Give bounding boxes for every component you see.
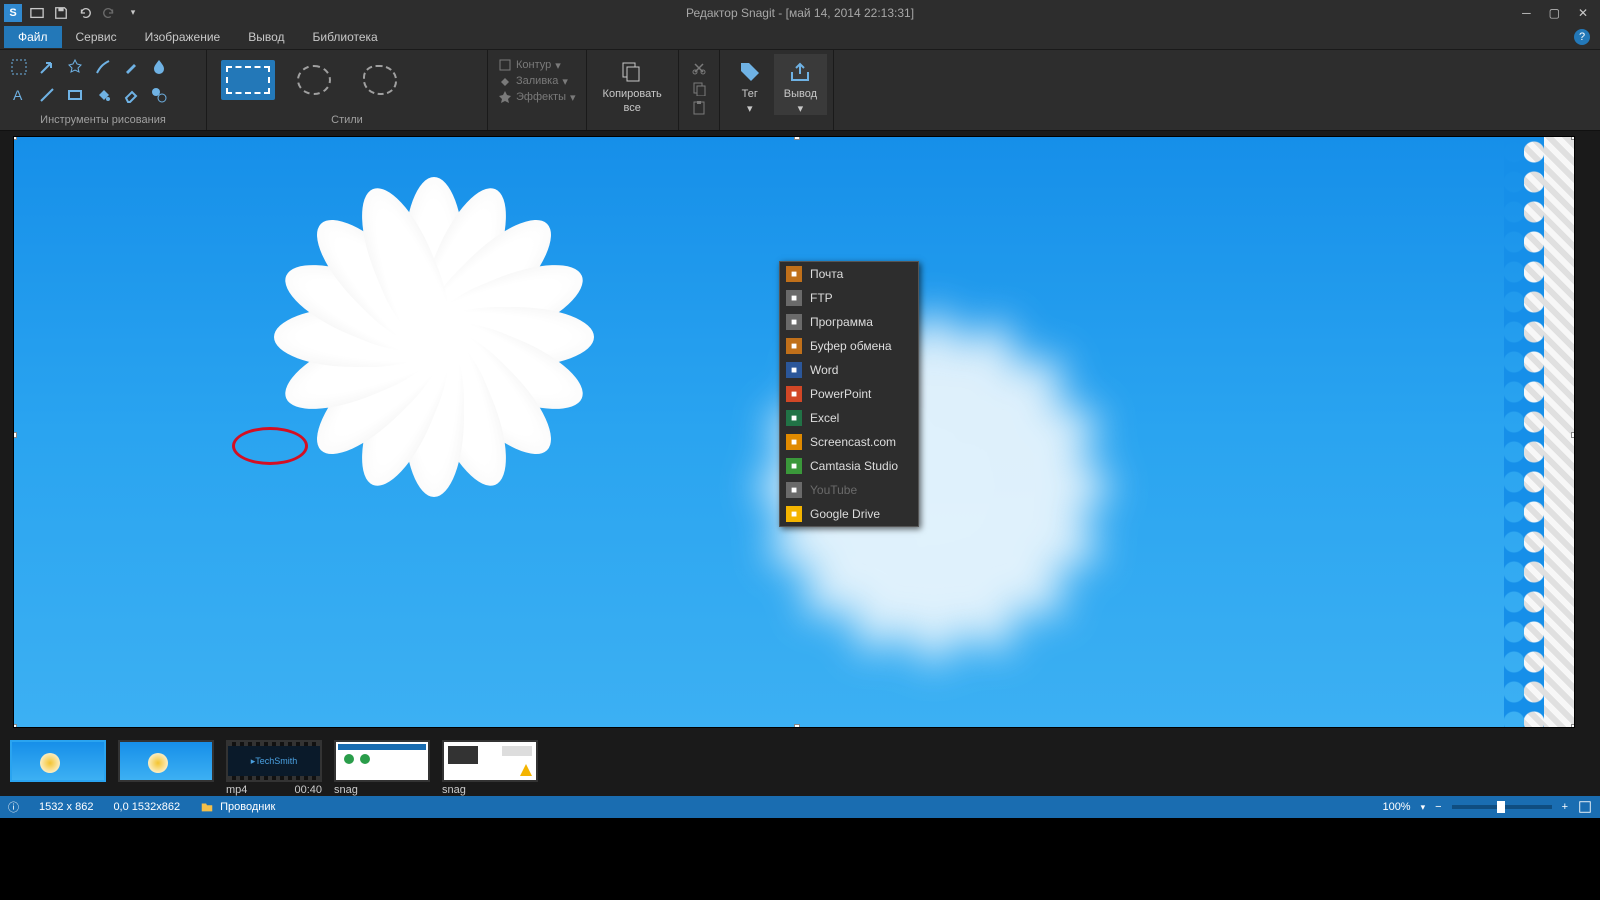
style-ellipse-select[interactable] — [287, 60, 341, 100]
tab-file[interactable]: Файл — [4, 26, 62, 48]
fill-dropdown[interactable]: Заливка ▾ — [498, 74, 576, 88]
thumbnail-4[interactable]: snag — [442, 740, 538, 796]
thumbnail-0[interactable] — [10, 740, 106, 784]
share-item-word[interactable]: ■Word — [780, 358, 918, 382]
share-item-youtube[interactable]: ■YouTube — [780, 478, 918, 502]
help-icon[interactable]: ? — [1574, 29, 1590, 45]
app-logo[interactable]: S — [4, 4, 22, 22]
thumbnail-3[interactable]: snag — [334, 740, 430, 796]
thumbnail-tray: ▸TechSmithmp400:40snagsnag — [0, 734, 1600, 796]
share-item-почта[interactable]: ■Почта — [780, 262, 918, 286]
share-item-программа[interactable]: ■Программа — [780, 310, 918, 334]
paste-icon[interactable] — [691, 100, 707, 116]
zoom-in-button[interactable]: + — [1562, 801, 1568, 813]
group-edit — [679, 50, 720, 130]
style-freehand-select[interactable] — [353, 60, 407, 100]
group-drawing-tools: A Инструменты рисования — [0, 50, 207, 130]
share-item-буфер-обмена[interactable]: ■Буфер обмена — [780, 334, 918, 358]
minimize-button[interactable]: ─ — [1522, 6, 1531, 20]
tool-arrow-icon[interactable] — [34, 54, 60, 80]
tool-fill-icon[interactable] — [90, 82, 116, 108]
info-icon[interactable]: ⓘ — [8, 799, 19, 815]
share-item-screencast-com[interactable]: ■Screencast.com — [780, 430, 918, 454]
share-item-powerpoint[interactable]: ■PowerPoint — [780, 382, 918, 406]
group-styles: Стили — [207, 50, 488, 130]
fit-window-icon[interactable] — [1578, 800, 1592, 814]
maximize-button[interactable]: ▢ — [1549, 6, 1560, 20]
zoom-value: 100% — [1382, 801, 1410, 813]
tool-stamp-icon[interactable] — [62, 54, 88, 80]
red-ellipse-annotation[interactable] — [232, 427, 308, 465]
ribbon: A Инструменты рисования Стили Контур ▾ З… — [0, 49, 1600, 131]
share-item-google-drive[interactable]: ■Google Drive — [780, 502, 918, 526]
cut-icon[interactable] — [691, 60, 707, 76]
close-button[interactable]: ✕ — [1578, 6, 1588, 20]
tool-shape-icon[interactable] — [62, 82, 88, 108]
title-bar: S ▾ Редактор Snagit - [май 14, 2014 22:1… — [0, 0, 1600, 25]
share-button[interactable]: Вывод▾ — [774, 54, 827, 115]
thumbnail-2[interactable]: ▸TechSmithmp400:40 — [226, 740, 322, 796]
style-rect-select[interactable] — [221, 60, 275, 100]
svg-text:A: A — [13, 87, 23, 103]
tool-highlight-icon[interactable] — [118, 54, 144, 80]
tool-line-icon[interactable] — [34, 82, 60, 108]
share-icon — [786, 58, 814, 86]
tab-service[interactable]: Сервис — [62, 26, 131, 48]
explorer-button[interactable]: Проводник — [200, 800, 275, 814]
status-coordinates: 0,0 1532x862 — [113, 801, 180, 813]
share-item-camtasia-studio[interactable]: ■Camtasia Studio — [780, 454, 918, 478]
save-icon[interactable] — [52, 4, 70, 22]
copy-icon[interactable] — [691, 80, 707, 96]
menu-bar: Файл Сервис Изображение Вывод Библиотека… — [0, 25, 1600, 49]
zoom-slider[interactable] — [1452, 805, 1552, 809]
new-capture-icon[interactable] — [28, 4, 46, 22]
redo-icon[interactable] — [100, 4, 118, 22]
tool-select-rect-icon[interactable] — [6, 54, 32, 80]
tab-image[interactable]: Изображение — [131, 26, 235, 48]
canvas-area: ■Почта■FTP■Программа■Буфер обмена■Word■P… — [0, 131, 1600, 734]
tool-erase-icon[interactable] — [118, 82, 144, 108]
tool-blur-icon[interactable] — [146, 54, 172, 80]
group-label-tools: Инструменты рисования — [6, 114, 200, 128]
copy-all-button[interactable]: Копироватьвсе — [593, 54, 672, 114]
tool-text-icon[interactable]: A — [6, 82, 32, 108]
share-dropdown-menu: ■Почта■FTP■Программа■Буфер обмена■Word■P… — [779, 261, 919, 527]
torn-edge — [1524, 137, 1574, 727]
outline-dropdown[interactable]: Контур ▾ — [498, 58, 576, 72]
group-tags-share: Тег▾ Вывод▾ — [720, 50, 834, 130]
tag-icon — [736, 58, 764, 86]
effects-dropdown[interactable]: Эффекты ▾ — [498, 90, 576, 104]
window-title: Редактор Snagit - [май 14, 2014 22:13:31… — [686, 6, 914, 20]
qat-more-icon[interactable]: ▾ — [124, 4, 142, 22]
zoom-out-button[interactable]: − — [1435, 801, 1441, 813]
group-copy: Копироватьвсе — [587, 50, 679, 130]
thumbnail-1[interactable] — [118, 740, 214, 784]
copy-all-icon — [618, 58, 646, 86]
status-dimensions: 1532 x 862 — [39, 801, 93, 813]
tool-pen-icon[interactable] — [90, 54, 116, 80]
status-bar: ⓘ 1532 x 862 0,0 1532x862 Проводник 100%… — [0, 796, 1600, 818]
group-label-styles: Стили — [213, 114, 481, 128]
tag-button[interactable]: Тег▾ — [726, 54, 774, 115]
tool-step-icon[interactable] — [146, 82, 172, 108]
undo-icon[interactable] — [76, 4, 94, 22]
tab-library[interactable]: Библиотека — [298, 26, 391, 48]
style-polygon-select[interactable] — [419, 60, 473, 100]
tab-output[interactable]: Вывод — [234, 26, 298, 48]
group-format: Контур ▾ Заливка ▾ Эффекты ▾ — [488, 50, 587, 130]
share-item-excel[interactable]: ■Excel — [780, 406, 918, 430]
share-item-ftp[interactable]: ■FTP — [780, 286, 918, 310]
